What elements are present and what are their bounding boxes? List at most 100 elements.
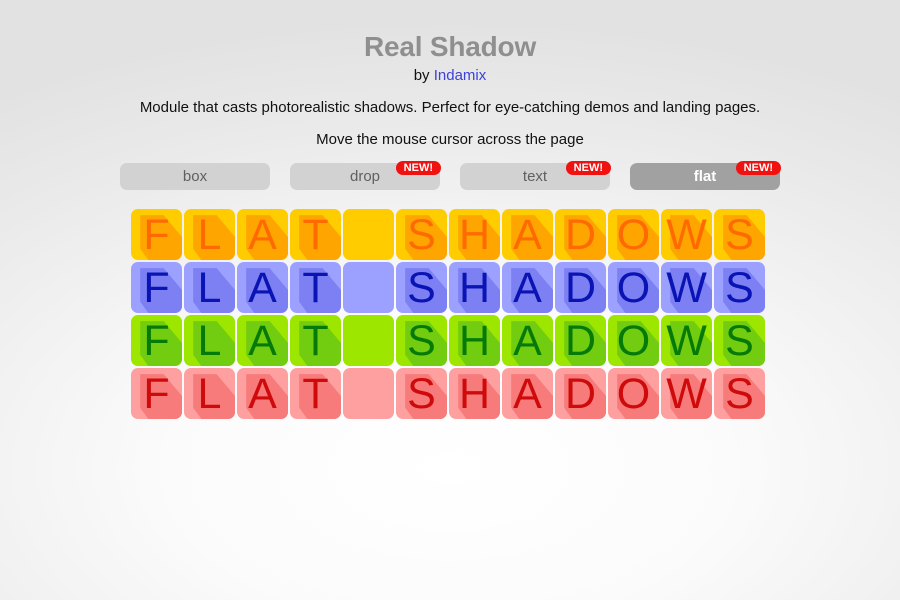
tile-letter: T bbox=[302, 264, 329, 312]
letter-tile: H bbox=[449, 368, 500, 419]
letter-tile: S bbox=[714, 209, 765, 260]
letter-tile: O bbox=[608, 368, 659, 419]
tab-label: drop bbox=[349, 168, 381, 185]
letter-tile: W bbox=[661, 209, 712, 260]
flat-shadow-demo[interactable]: FLATSHADOWSFLATSHADOWSFLATSHADOWSFLATSHA… bbox=[131, 209, 767, 419]
tile-letter: F bbox=[143, 264, 170, 312]
tile-letter: T bbox=[302, 370, 329, 418]
letter-tile: D bbox=[555, 368, 606, 419]
letter-tile bbox=[343, 209, 394, 260]
tile-letter: A bbox=[513, 370, 542, 418]
tile-letter: H bbox=[458, 264, 491, 312]
tile-letter: A bbox=[248, 370, 277, 418]
tile-letter: S bbox=[725, 264, 754, 312]
letter-tile: S bbox=[714, 262, 765, 313]
tile-letter: L bbox=[197, 370, 222, 418]
letter-tile: W bbox=[661, 262, 712, 313]
new-badge: NEW! bbox=[395, 161, 441, 175]
tile-letter: L bbox=[197, 317, 222, 365]
tile-letter: S bbox=[725, 211, 754, 259]
tile-letter: S bbox=[407, 264, 436, 312]
byline-prefix: by bbox=[413, 67, 430, 84]
letter-tile: L bbox=[184, 262, 235, 313]
letter-tile: A bbox=[502, 315, 553, 366]
letter-tile: A bbox=[237, 262, 288, 313]
letter-tile: H bbox=[449, 315, 500, 366]
letter-tile: F bbox=[131, 262, 182, 313]
letter-tile: S bbox=[396, 209, 447, 260]
letter-tile bbox=[343, 262, 394, 313]
tile-letter: O bbox=[616, 370, 651, 418]
description: Module that casts photorealistic shadows… bbox=[139, 99, 761, 116]
tile-letter: T bbox=[302, 211, 329, 259]
letter-tile: F bbox=[131, 315, 182, 366]
tab-flat[interactable]: flat NEW! bbox=[630, 161, 781, 190]
letter-tile: D bbox=[555, 315, 606, 366]
letter-tile: O bbox=[608, 209, 659, 260]
tile-letter: L bbox=[197, 211, 222, 259]
tab-drop[interactable]: drop NEW! bbox=[290, 161, 441, 190]
letter-tile: T bbox=[290, 368, 341, 419]
letter-tile: W bbox=[661, 315, 712, 366]
tile-letter: S bbox=[725, 317, 754, 365]
letter-tile: W bbox=[661, 368, 712, 419]
tile-letter: A bbox=[513, 211, 542, 259]
tab-label: flat bbox=[693, 168, 717, 185]
tile-letter: A bbox=[248, 317, 277, 365]
tile-letter: F bbox=[143, 370, 170, 418]
letter-tile: T bbox=[290, 262, 341, 313]
tab-box[interactable]: box bbox=[120, 163, 270, 190]
letter-tile: S bbox=[396, 315, 447, 366]
tile-letter: A bbox=[248, 264, 277, 312]
letter-tile: S bbox=[396, 262, 447, 313]
tile-letter: O bbox=[616, 317, 651, 365]
new-badge: NEW! bbox=[735, 161, 781, 175]
letter-tile: T bbox=[290, 315, 341, 366]
page-title: Real Shadow bbox=[363, 31, 537, 62]
letter-tile: L bbox=[184, 315, 235, 366]
letter-tile: S bbox=[396, 368, 447, 419]
tab-label: text bbox=[522, 168, 548, 185]
tile-letter: H bbox=[458, 211, 491, 259]
tile-letter: D bbox=[564, 370, 597, 418]
tile-letter: H bbox=[458, 317, 491, 365]
letter-tile: S bbox=[714, 368, 765, 419]
letter-tile: H bbox=[449, 209, 500, 260]
letter-tile: T bbox=[290, 209, 341, 260]
instruction-text: Move the mouse cursor across the page bbox=[316, 131, 584, 148]
letter-tile: O bbox=[608, 262, 659, 313]
letter-tile: S bbox=[714, 315, 765, 366]
letter-tile: L bbox=[184, 368, 235, 419]
author-link[interactable]: Indamix bbox=[434, 67, 487, 84]
letter-tile: A bbox=[502, 209, 553, 260]
tile-letter: W bbox=[666, 317, 707, 365]
tile-letter: F bbox=[143, 211, 170, 259]
new-badge: NEW! bbox=[565, 161, 611, 175]
tile-letter: A bbox=[513, 264, 542, 312]
letter-tile: D bbox=[555, 209, 606, 260]
letter-tile: A bbox=[237, 368, 288, 419]
tile-letter: W bbox=[666, 211, 707, 259]
tab-text[interactable]: text NEW! bbox=[460, 161, 611, 190]
tile-letter: O bbox=[616, 264, 651, 312]
letter-tile: H bbox=[449, 262, 500, 313]
tile-letter: D bbox=[564, 264, 597, 312]
byline: by Indamix bbox=[0, 67, 900, 84]
tile-letter: A bbox=[513, 317, 542, 365]
letter-tile: A bbox=[237, 209, 288, 260]
letter-tile: O bbox=[608, 315, 659, 366]
tile-letter: A bbox=[248, 211, 277, 259]
tile-letter: S bbox=[407, 211, 436, 259]
tile-letter: L bbox=[197, 264, 222, 312]
tile-letter: D bbox=[564, 317, 597, 365]
tile-letter: W bbox=[666, 370, 707, 418]
letter-tile: F bbox=[131, 209, 182, 260]
letter-tile: L bbox=[184, 209, 235, 260]
tile-letter: S bbox=[725, 370, 754, 418]
tile-letter: T bbox=[302, 317, 329, 365]
tile-letter: W bbox=[666, 264, 707, 312]
letter-tile bbox=[343, 315, 394, 366]
tile-letter: O bbox=[616, 211, 651, 259]
letter-tile: F bbox=[131, 368, 182, 419]
letter-tile: A bbox=[237, 315, 288, 366]
